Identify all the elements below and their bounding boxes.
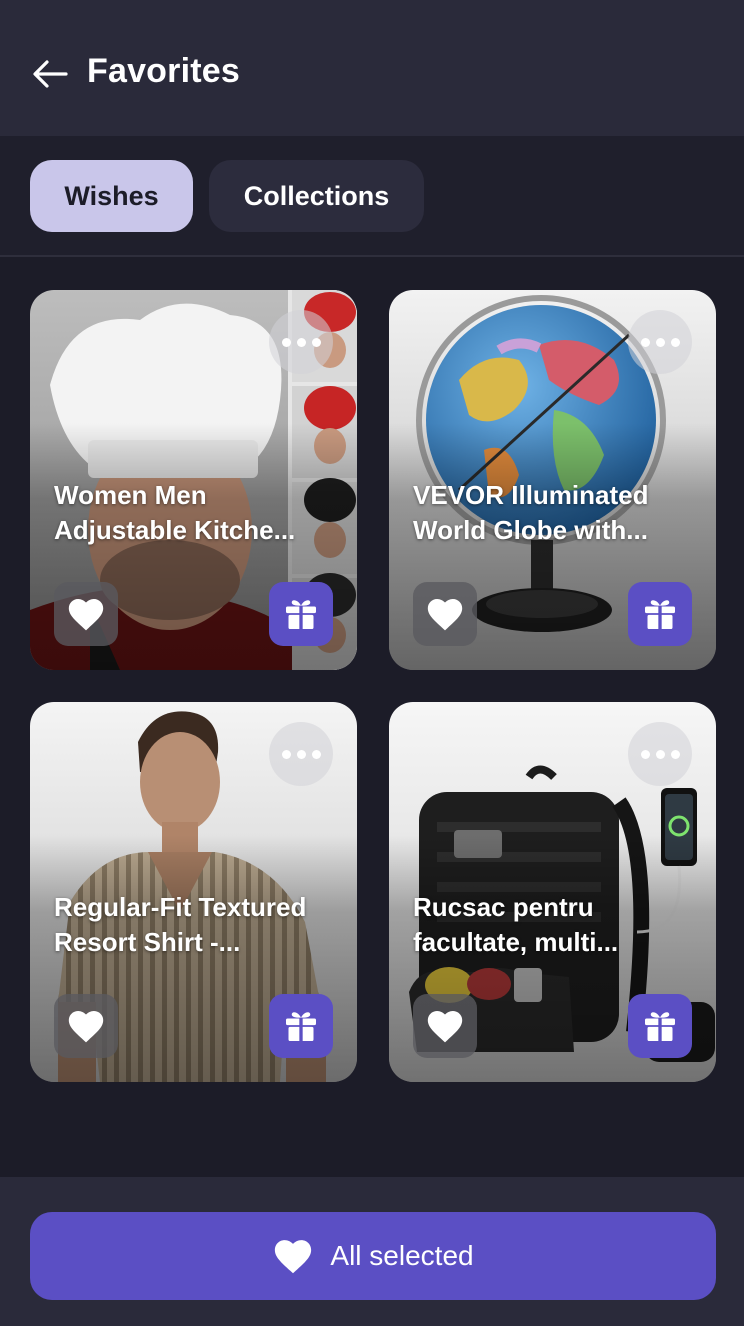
tab-wishes[interactable]: Wishes [30, 160, 193, 232]
more-options-button[interactable] [628, 310, 692, 374]
wish-title: Regular-Fit Textured Resort Shirt -... [54, 892, 307, 957]
tab-bar: Wishes Collections [0, 136, 744, 257]
heart-icon [427, 598, 463, 631]
gift-button[interactable] [269, 582, 333, 646]
wish-card[interactable]: VEVOR Illuminated World Globe with... [389, 290, 716, 670]
heart-icon [68, 598, 104, 631]
favorite-button[interactable] [413, 582, 477, 646]
footer-bar: All selected [0, 1177, 744, 1326]
dot [311, 749, 321, 759]
dot [670, 337, 680, 347]
wish-card[interactable]: Women Men Adjustable Kitche... [30, 290, 357, 670]
arrow-left-icon [33, 60, 68, 88]
dot [670, 749, 680, 759]
page-title: Favorites [87, 52, 240, 90]
heart-icon [427, 1010, 463, 1043]
back-button[interactable] [30, 56, 70, 92]
favorite-button[interactable] [54, 994, 118, 1058]
gift-button[interactable] [628, 582, 692, 646]
gift-icon [286, 1012, 316, 1041]
dot [640, 337, 650, 347]
wish-grid: Women Men Adjustable Kitche... VEVOR Ill… [0, 259, 744, 1177]
dot [655, 749, 665, 759]
dot [296, 337, 306, 347]
dot [655, 337, 665, 347]
wish-card[interactable]: Regular-Fit Textured Resort Shirt -... [30, 702, 357, 1082]
dot [311, 337, 321, 347]
wish-title: Women Men Adjustable Kitche... [54, 480, 296, 545]
tab-collections[interactable]: Collections [209, 160, 424, 232]
more-options-button[interactable] [628, 722, 692, 786]
wish-title: Rucsac pentru facultate, multi... [413, 892, 619, 957]
all-selected-label: All selected [330, 1240, 474, 1271]
gift-button[interactable] [269, 994, 333, 1058]
more-options-button[interactable] [269, 722, 333, 786]
gift-icon [645, 1012, 675, 1041]
dot [640, 749, 650, 759]
wish-card[interactable]: Rucsac pentru facultate, multi... [389, 702, 716, 1082]
app-header: Favorites [0, 0, 744, 136]
favorite-button[interactable] [54, 582, 118, 646]
wish-title: VEVOR Illuminated World Globe with... [413, 480, 649, 545]
heart-icon [275, 1240, 312, 1274]
gift-icon [286, 600, 316, 629]
dot [281, 749, 291, 759]
all-selected-button[interactable]: All selected [30, 1212, 716, 1300]
favorite-button[interactable] [413, 994, 477, 1058]
dot [296, 749, 306, 759]
gift-icon [645, 600, 675, 629]
gift-button[interactable] [628, 994, 692, 1058]
heart-icon [68, 1010, 104, 1043]
more-options-button[interactable] [269, 310, 333, 374]
dot [281, 337, 291, 347]
